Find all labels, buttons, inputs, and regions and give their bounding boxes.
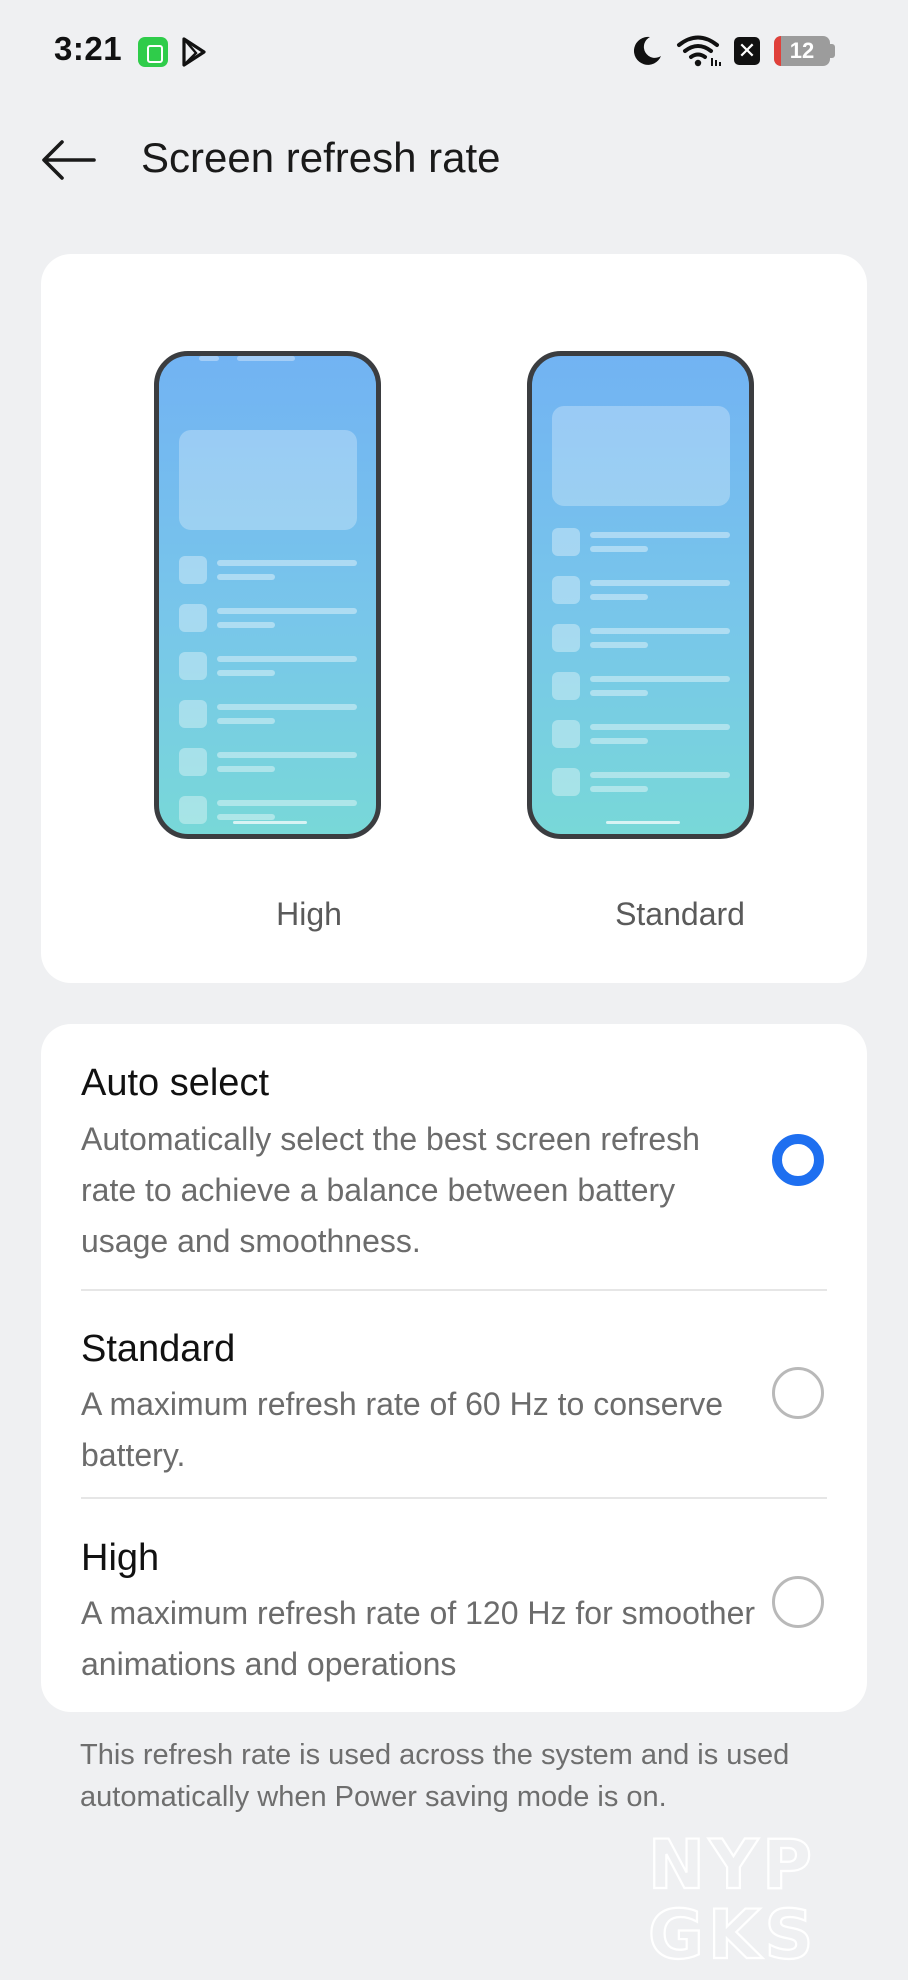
preview-list-row [552, 720, 730, 750]
preview-list-row [552, 528, 730, 558]
watermark-line2: GKS [648, 1896, 817, 1964]
preview-list-row [179, 700, 357, 730]
do-not-disturb-moon-icon [633, 36, 661, 65]
preview-list-row [552, 768, 730, 798]
watermark-line1: NYP [648, 1826, 816, 1905]
preview-label-high: High [276, 896, 342, 932]
page-title: Screen refresh rate [141, 134, 501, 181]
home-indicator [233, 821, 307, 824]
refresh-rate-preview-card: High Standard [41, 254, 867, 983]
option-description: A maximum refresh rate of 120 Hz for smo… [81, 1595, 756, 1682]
radio-high[interactable] [772, 1576, 824, 1628]
high-refresh-preview-phone [154, 351, 381, 839]
notification-app-icon [138, 37, 168, 67]
back-button[interactable] [36, 128, 102, 192]
preview-label-standard: Standard [615, 896, 745, 932]
option-standard[interactable]: Standard A maximum refresh rate of 60 Hz… [41, 1291, 867, 1497]
option-high[interactable]: High A maximum refresh rate of 120 Hz fo… [41, 1499, 867, 1712]
play-icon [182, 37, 206, 67]
arrow-left-icon [42, 140, 96, 180]
option-title: Standard [81, 1328, 236, 1370]
option-title: High [81, 1537, 160, 1579]
standard-refresh-preview-phone [527, 351, 754, 839]
preview-hero-card [179, 430, 357, 530]
x-notification-icon: ✕ [734, 37, 760, 65]
preview-list-row [552, 624, 730, 654]
battery-level: 12 [789, 38, 815, 63]
home-indicator [606, 821, 680, 824]
radio-auto-select[interactable] [772, 1134, 824, 1186]
option-auto-select[interactable]: Auto select Automatically select the bes… [41, 1024, 867, 1289]
preview-list-row [179, 652, 357, 682]
wifi-icon [677, 35, 721, 67]
status-time: 3:21 [54, 30, 123, 67]
status-bar: 3:21 ✕ 12 [0, 0, 908, 100]
preview-list-row [552, 576, 730, 606]
preview-hero-card [552, 406, 730, 506]
watermark-logo: NYP GKS [647, 1825, 817, 1964]
battery-icon: 12 [774, 36, 830, 66]
preview-list-row [179, 604, 357, 634]
footer-note: This refresh rate is used across the sys… [80, 1739, 790, 1813]
scrolled-content-edge [179, 356, 357, 362]
refresh-rate-options-card: Auto select Automatically select the bes… [41, 1024, 867, 1712]
radio-standard[interactable] [772, 1367, 824, 1419]
preview-list-row [552, 672, 730, 702]
option-title: Auto select [81, 1062, 269, 1104]
option-description: Automatically select the best screen ref… [81, 1121, 700, 1259]
preview-list-row [179, 748, 357, 778]
preview-list-row [179, 556, 357, 586]
battery-tip [830, 44, 835, 58]
option-description: A maximum refresh rate of 60 Hz to conse… [81, 1386, 724, 1473]
